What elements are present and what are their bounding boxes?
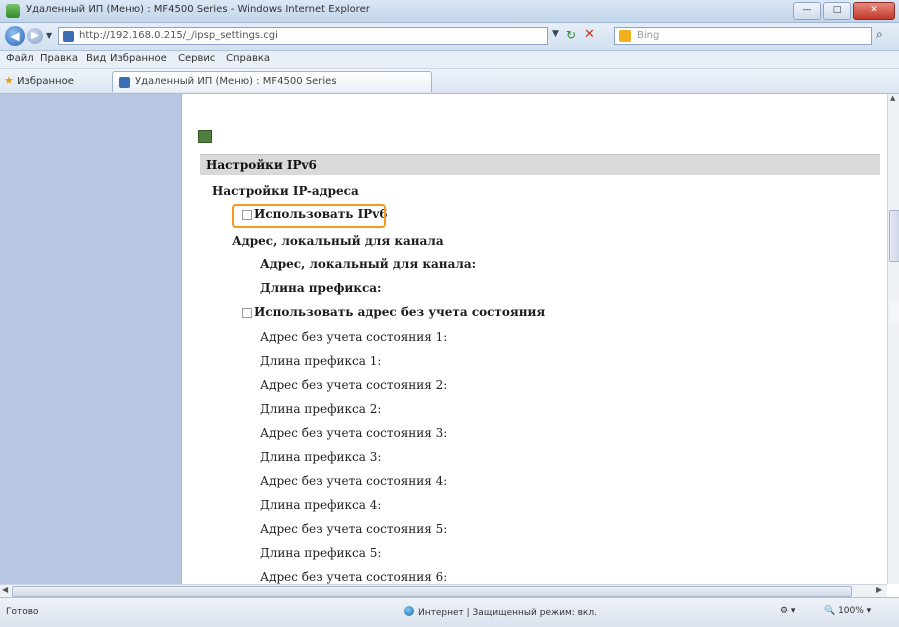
window-titlebar: Удаленный ИП (Меню) : MF4500 Series - Wi… — [0, 0, 899, 23]
stateless-address-2-label: Адрес без учета состояния 2: — [260, 378, 448, 392]
browser-tab[interactable]: Удаленный ИП (Меню) : MF4500 Series — [112, 71, 432, 92]
page-content: Настройки IPv6 Настройки IP-адреса Испол… — [182, 94, 887, 584]
maximize-button[interactable]: □ — [823, 2, 851, 20]
ie-app-icon — [6, 4, 20, 18]
tab-favicon-icon — [119, 77, 130, 88]
search-box[interactable]: Bing — [614, 27, 872, 45]
prefix-length-label: Длина префикса: — [260, 281, 382, 295]
window-title: Удаленный ИП (Меню) : MF4500 Series - Wi… — [26, 4, 370, 15]
tab-label: Удаленный ИП (Меню) : MF4500 Series — [135, 76, 337, 87]
favorites-button[interactable]: ★ Избранное — [4, 74, 74, 87]
link-local-group-label: Адрес, локальный для канала — [232, 234, 444, 248]
bing-icon — [619, 30, 631, 42]
address-bar[interactable]: http://192.168.0.215/_/ipsp_settings.cgi — [58, 27, 548, 45]
scroll-right-icon[interactable]: ▶ — [876, 585, 882, 594]
vertical-scrollbar[interactable]: ▲ — [887, 94, 899, 584]
prefix-length-2-label: Длина префикса 2: — [260, 402, 382, 416]
star-icon: ★ — [4, 74, 14, 87]
address-dropdown-icon[interactable]: ▼ — [552, 29, 559, 39]
stateless-address-6-label: Адрес без учета состояния 6: — [260, 570, 448, 584]
left-navigation-panel — [0, 94, 182, 584]
prefix-length-4-label: Длина префикса 4: — [260, 498, 382, 512]
prefix-length-3-label: Длина префикса 3: — [260, 450, 382, 464]
scroll-left-icon[interactable]: ◀ — [2, 585, 8, 594]
menu-favorites[interactable]: Избранное — [110, 53, 167, 64]
horizontal-scroll-thumb[interactable] — [12, 586, 852, 597]
globe-icon — [404, 606, 414, 616]
menu-file[interactable]: Файл — [6, 53, 34, 64]
status-bar: Готово Интернет | Защищенный режим: вкл.… — [0, 597, 899, 627]
history-dropdown-icon[interactable]: ▼ — [46, 31, 52, 40]
zoom-level: 100% — [838, 606, 864, 616]
search-placeholder[interactable]: Bing — [637, 30, 659, 41]
stateless-address-3-label: Адрес без учета состояния 3: — [260, 426, 448, 440]
close-button[interactable]: ✕ — [853, 2, 895, 20]
ipv6-highlight-frame — [232, 204, 386, 228]
security-zone: Интернет | Защищенный режим: вкл. — [404, 606, 597, 618]
stateless-address-1-label: Адрес без учета состояния 1: — [260, 330, 448, 344]
site-favicon-icon — [63, 31, 74, 42]
page-viewport: Настройки IPv6 Настройки IP-адреса Испол… — [0, 94, 899, 584]
vertical-scroll-track[interactable] — [889, 300, 899, 324]
menu-bar: Файл Правка Вид Избранное Сервис Справка — [0, 51, 899, 69]
menu-help[interactable]: Справка — [226, 53, 270, 64]
scroll-up-icon[interactable]: ▲ — [890, 94, 895, 102]
address-url[interactable]: http://192.168.0.215/_/ipsp_settings.cgi — [79, 30, 278, 41]
section-title: Настройки IPv6 — [206, 158, 317, 172]
use-stateless-label: Использовать адрес без учета состояния — [254, 305, 546, 319]
search-icon[interactable]: ⌕ — [876, 27, 883, 42]
section-header: Настройки IPv6 — [200, 154, 880, 175]
favorites-label: Избранное — [17, 76, 74, 87]
status-text: Готово — [6, 607, 39, 617]
window-controls: — □ ✕ — [793, 2, 895, 20]
menu-view[interactable]: Вид — [86, 53, 106, 64]
security-zone-label: Интернет | Защищенный режим: вкл. — [418, 608, 597, 618]
prefix-length-5-label: Длина префикса 5: — [260, 546, 382, 560]
prefix-length-1-label: Длина префикса 1: — [260, 354, 382, 368]
menu-edit[interactable]: Правка — [40, 53, 78, 64]
page-icon — [198, 130, 212, 143]
vertical-scroll-thumb[interactable] — [889, 210, 899, 262]
horizontal-scrollbar[interactable]: ◀ ▶ — [0, 584, 887, 597]
refresh-icon[interactable]: ↻ — [566, 28, 576, 42]
ip-settings-heading: Настройки IP-адреса — [212, 184, 359, 198]
back-button[interactable]: ◀ — [5, 26, 25, 46]
favorites-bar: ★ Избранное Удаленный ИП (Меню) : MF4500… — [0, 69, 899, 94]
stop-icon[interactable]: ✕ — [584, 27, 595, 42]
zoom-control[interactable]: 🔍 100% ▾ — [824, 606, 871, 616]
stateless-address-5-label: Адрес без учета состояния 5: — [260, 522, 448, 536]
menu-tools[interactable]: Сервис — [178, 53, 215, 64]
stateless-address-4-label: Адрес без учета состояния 4: — [260, 474, 448, 488]
protected-mode-tools-icon[interactable]: ⚙ ▾ — [780, 606, 795, 616]
use-stateless-checkbox[interactable] — [242, 308, 252, 318]
link-local-address-label: Адрес, локальный для канала: — [260, 257, 477, 271]
minimize-button[interactable]: — — [793, 2, 821, 20]
forward-button[interactable]: ▶ — [27, 28, 43, 44]
navigation-bar: ◀ ▶ ▼ http://192.168.0.215/_/ipsp_settin… — [0, 23, 899, 51]
